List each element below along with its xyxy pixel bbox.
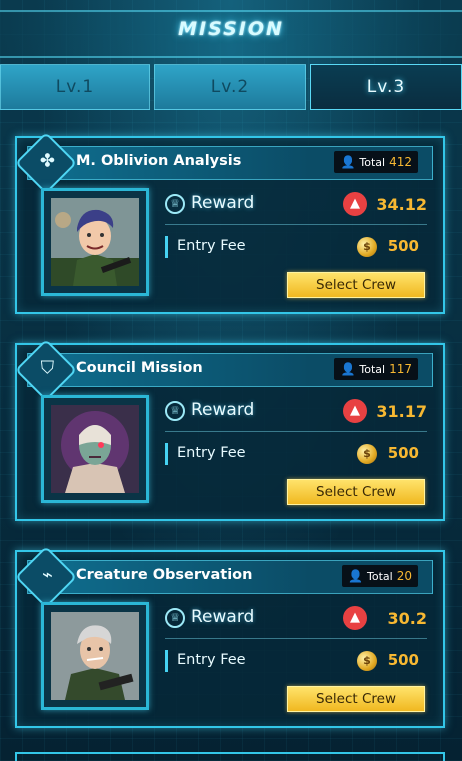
entry-fee-value: 500 — [387, 237, 419, 255]
entry-fee-row: Entry Fee $ 500 — [165, 234, 427, 260]
avax-icon: ▲ — [343, 606, 367, 630]
mission-card: ⌁ Creature Observation 👤 Total 20 ♕ Rewa… — [14, 545, 445, 728]
trophy-icon: ♕ — [165, 608, 185, 628]
mission-card: ⛉ Council Mission 👤 Total 117 ♕ Reward ▲… — [14, 338, 445, 521]
portrait-image — [51, 405, 139, 493]
portrait-image — [51, 612, 139, 700]
total-label: Total — [367, 569, 393, 583]
reward-row: ♕ Reward ▲ 34.12 — [165, 190, 427, 225]
avatar — [41, 602, 149, 710]
divider — [165, 650, 168, 672]
mission-card: ✤ M. Oblivion Analysis 👤 Total 412 ♕ Rew… — [14, 131, 445, 314]
coin-icon: $ — [357, 651, 377, 671]
total-badge: 👤 Total 20 — [342, 565, 418, 587]
portrait-image — [51, 198, 139, 286]
mission-name: Council Mission — [76, 360, 203, 376]
avax-icon: ▲ — [343, 399, 367, 423]
avatar — [41, 395, 149, 503]
total-badge: 👤 Total 117 — [334, 358, 418, 380]
select-crew-button[interactable]: Select Crew — [287, 686, 425, 712]
entry-fee-label: Entry Fee — [177, 445, 246, 461]
reward-row: ♕ Reward ▲ 30.2 — [165, 604, 427, 639]
reward-label: Reward — [191, 193, 255, 213]
entry-fee-label: Entry Fee — [177, 238, 246, 254]
entry-fee-label: Entry Fee — [177, 652, 246, 668]
person-icon: 👤 — [348, 569, 364, 583]
boot-icon: ⌁ — [14, 545, 78, 609]
total-label: Total — [359, 362, 386, 376]
reward-value: 30.2 — [387, 609, 427, 628]
reward-value: 34.12 — [376, 195, 427, 214]
reward-value: 31.17 — [376, 402, 427, 421]
mission-header: ⌁ Creature Observation 👤 Total 20 — [14, 545, 433, 609]
reward-label: Reward — [191, 607, 255, 627]
avax-icon: ▲ — [343, 192, 367, 216]
divider — [165, 236, 168, 258]
total-count: 412 — [389, 155, 412, 169]
total-label: Total — [359, 155, 386, 169]
next-card-edge — [15, 752, 445, 761]
reward-label: Reward — [191, 400, 255, 420]
mission-name: M. Oblivion Analysis — [76, 153, 242, 169]
page-title: MISSION — [178, 18, 284, 40]
person-icon: 👤 — [340, 155, 356, 169]
mission-name: Creature Observation — [76, 567, 253, 583]
entry-fee-value: 500 — [387, 651, 419, 669]
avatar — [41, 188, 149, 296]
entry-fee-value: 500 — [387, 444, 419, 462]
level-tabs: Lv.1 Lv.2 Lv.3 — [0, 64, 462, 112]
tab-lv3[interactable]: Lv.3 — [310, 64, 462, 110]
select-crew-button[interactable]: Select Crew — [287, 272, 425, 298]
entry-fee-row: Entry Fee $ 500 — [165, 648, 427, 674]
coin-icon: $ — [357, 444, 377, 464]
mission-header: ✤ M. Oblivion Analysis 👤 Total 412 — [14, 131, 433, 195]
total-count: 20 — [396, 569, 412, 583]
mission-header: ⛉ Council Mission 👤 Total 117 — [14, 338, 433, 402]
coin-icon: $ — [357, 237, 377, 257]
entry-fee-row: Entry Fee $ 500 — [165, 441, 427, 467]
tab-lv2[interactable]: Lv.2 — [154, 64, 306, 110]
header: MISSION — [0, 0, 462, 60]
emblem-icon: ⛉ — [14, 338, 78, 402]
trophy-icon: ♕ — [165, 194, 185, 214]
reward-row: ♕ Reward ▲ 31.17 — [165, 397, 427, 432]
total-count: 117 — [389, 362, 412, 376]
divider — [165, 443, 168, 465]
trophy-icon: ♕ — [165, 401, 185, 421]
total-badge: 👤 Total 412 — [334, 151, 418, 173]
tab-lv1[interactable]: Lv.1 — [0, 64, 150, 110]
person-icon: 👤 — [340, 362, 356, 376]
clover-icon: ✤ — [14, 131, 78, 195]
select-crew-button[interactable]: Select Crew — [287, 479, 425, 505]
